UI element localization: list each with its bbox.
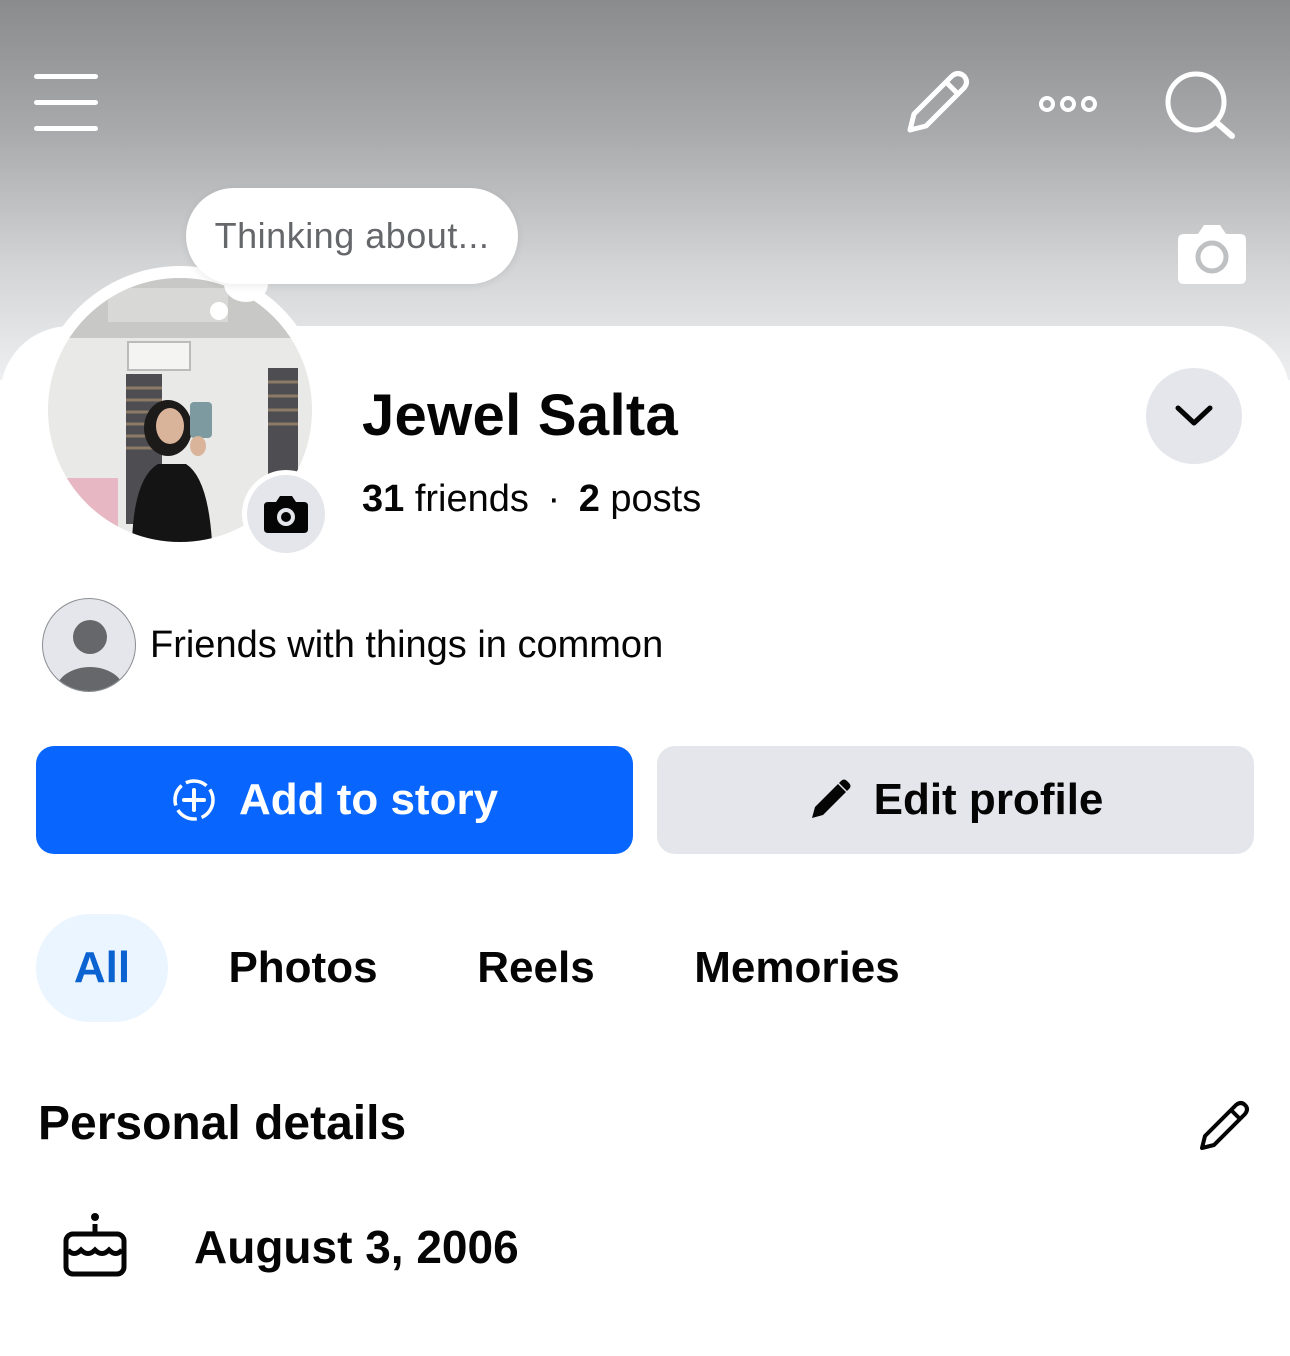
cover-camera-icon[interactable] [1176, 222, 1248, 291]
profile-name: Jewel Salta [362, 383, 679, 448]
tab-reels[interactable]: Reels [456, 914, 616, 1022]
add-story-icon [173, 779, 215, 821]
personal-details-title: Personal details [38, 1097, 407, 1150]
pencil-icon [811, 779, 851, 818]
friends-label: friends [414, 478, 529, 520]
add-to-story-button[interactable]: Add to story [36, 746, 633, 854]
posts-count: 2 [578, 478, 600, 520]
tab-memories[interactable]: Memories [672, 914, 922, 1022]
birthday-value: August 3, 2006 [194, 1221, 519, 1273]
mutual-friend-avatar [42, 598, 136, 692]
stats-separator: · [547, 478, 561, 520]
more-icon[interactable] [1038, 94, 1098, 119]
note-placeholder: Thinking about... [214, 215, 490, 256]
edit-profile-button[interactable]: Edit profile [657, 746, 1254, 854]
pencil-icon [1200, 1101, 1249, 1150]
note-bubble[interactable]: Thinking about... [186, 188, 518, 284]
menu-icon[interactable] [34, 74, 98, 137]
pencil-icon[interactable] [900, 68, 972, 145]
friends-count: 31 [362, 478, 405, 520]
avatar-camera-button[interactable] [242, 470, 330, 558]
tab-all[interactable]: All [36, 914, 168, 1022]
profile-dropdown-button[interactable] [1146, 368, 1242, 464]
chevron-down-icon [1175, 405, 1213, 426]
edit-profile-label: Edit profile [873, 775, 1104, 824]
cake-icon [62, 1212, 128, 1283]
camera-icon [264, 496, 308, 533]
profile-stats[interactable]: 31 friends · 2 posts [362, 478, 701, 521]
add-to-story-label: Add to story [238, 775, 499, 824]
tab-photos[interactable]: Photos [206, 914, 400, 1022]
note-bubble-dot [210, 302, 228, 320]
personal-details-edit-button[interactable] [1196, 1098, 1252, 1159]
posts-label: posts [610, 478, 702, 520]
search-icon[interactable] [1164, 70, 1238, 147]
mutual-friends-text: Friends with things in common [150, 623, 664, 666]
mutual-friends-row[interactable]: Friends with things in common [42, 598, 663, 692]
